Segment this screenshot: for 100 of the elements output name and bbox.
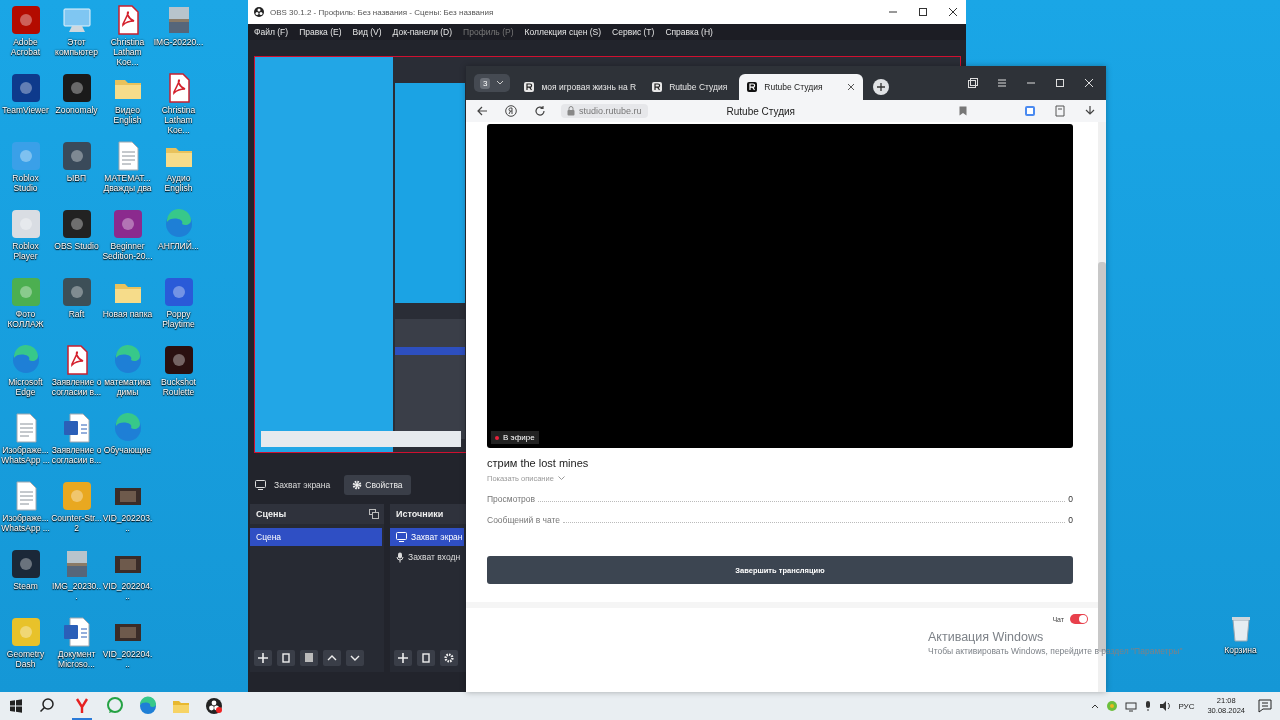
desktop-shortcut[interactable]: Poppy Playtime bbox=[153, 276, 204, 340]
browser-tab[interactable]: моя игровая жизнь на R bbox=[516, 74, 645, 100]
desktop-shortcut[interactable]: IMG-20220... bbox=[153, 4, 204, 68]
desktop-shortcut[interactable]: Новая папка bbox=[102, 276, 153, 340]
desktop-shortcut[interactable]: МАТЕМАТ... Дважды два bbox=[102, 140, 153, 204]
desktop-shortcut[interactable]: Steam bbox=[0, 548, 51, 612]
desktop-shortcut[interactable]: Видео English bbox=[102, 72, 153, 136]
desktop-shortcut[interactable]: Beginner Sedition-20... bbox=[102, 208, 153, 272]
add-icon[interactable] bbox=[254, 650, 272, 666]
menu-item[interactable]: Справка (H) bbox=[665, 27, 713, 37]
desktop-shortcut[interactable]: Counter-Str... 2 bbox=[51, 480, 102, 544]
delete-icon[interactable] bbox=[277, 650, 295, 666]
window-title: OBS 30.1.2 - Профиль: Без названия - Сцены: Без названия bbox=[270, 7, 494, 17]
chevron-down-icon bbox=[496, 80, 505, 86]
delete-icon[interactable] bbox=[417, 650, 435, 666]
menu-item[interactable]: Док-панели (D) bbox=[392, 27, 453, 37]
desktop-shortcut[interactable]: Geometry Dash bbox=[0, 616, 51, 680]
chevron-down-icon bbox=[557, 476, 565, 481]
menu-icon[interactable] bbox=[997, 78, 1007, 88]
window-icon[interactable] bbox=[968, 78, 978, 88]
settings-icon bbox=[352, 480, 363, 490]
properties-button[interactable]: Свойства bbox=[344, 475, 411, 495]
desktop-shortcut[interactable]: IMG_20230... bbox=[51, 548, 102, 612]
menu-item[interactable]: Правка (E) bbox=[299, 27, 342, 37]
extension-icon[interactable] bbox=[1024, 105, 1036, 117]
desktop-shortcut[interactable]: Roblox Player bbox=[0, 208, 51, 272]
close-icon[interactable] bbox=[847, 83, 856, 91]
menu-item[interactable]: Вид (V) bbox=[352, 27, 382, 37]
desktop-shortcut[interactable]: Zoonomaly bbox=[51, 72, 102, 136]
list-item[interactable]: Сцена bbox=[250, 528, 382, 546]
site-icon bbox=[652, 82, 663, 92]
new-tab-icon[interactable] bbox=[873, 79, 890, 95]
desktop-shortcut[interactable]: TeamViewer bbox=[0, 72, 51, 136]
desktop-shortcut[interactable]: Christina Latham Koe... bbox=[102, 4, 153, 68]
monitor-icon bbox=[255, 480, 266, 490]
page-title: Rutube Студия bbox=[726, 105, 795, 117]
stat-value: 0 bbox=[1068, 515, 1073, 525]
desktop-shortcut[interactable]: Аудио English bbox=[153, 140, 204, 204]
address-field[interactable]: studio.rutube.ru bbox=[561, 104, 648, 118]
desktop-shortcut[interactable]: ЫВП bbox=[51, 140, 102, 204]
desktop-shortcut[interactable]: VID_202204... bbox=[102, 616, 153, 680]
browser-tab[interactable]: Rutube Студия bbox=[739, 74, 864, 100]
desktop-shortcut[interactable]: Adobe Acrobat bbox=[0, 4, 51, 68]
microphone-icon[interactable] bbox=[1144, 700, 1153, 712]
chat-toggle[interactable] bbox=[1070, 614, 1088, 624]
filter-icon[interactable] bbox=[300, 650, 318, 666]
menu-item[interactable]: Файл (F) bbox=[254, 27, 289, 37]
move-down-icon[interactable] bbox=[346, 650, 364, 666]
undock-icon[interactable] bbox=[369, 509, 379, 519]
settings-icon[interactable] bbox=[440, 650, 458, 666]
tab-counter[interactable]: 3 bbox=[474, 74, 511, 92]
close-icon[interactable] bbox=[948, 7, 958, 17]
network-icon[interactable] bbox=[1125, 700, 1138, 712]
collections-icon[interactable] bbox=[1054, 105, 1066, 117]
desktop-shortcut[interactable]: OBS Studio bbox=[51, 208, 102, 272]
desktop-shortcut[interactable]: VID_202203... bbox=[102, 480, 153, 544]
desktop-shortcut[interactable]: Этот компьютер bbox=[51, 4, 102, 68]
browser-tab[interactable]: Rutube Студия bbox=[644, 74, 736, 100]
download-icon[interactable] bbox=[1084, 105, 1096, 117]
list-item[interactable]: Захват экран bbox=[390, 528, 464, 546]
maximize-icon[interactable] bbox=[918, 7, 928, 17]
desktop-shortcut[interactable]: Фото КОЛЛАЖ bbox=[0, 276, 51, 340]
speaker-icon[interactable] bbox=[1159, 700, 1172, 712]
obs-logo-icon bbox=[254, 7, 264, 17]
chevron-up-icon[interactable] bbox=[1091, 703, 1100, 709]
language-indicator[interactable]: РУС bbox=[1178, 701, 1195, 711]
menu-item[interactable]: Коллекция сцен (S) bbox=[524, 27, 602, 37]
activation-title: Активация Windows bbox=[928, 630, 1045, 644]
desktop-shortcut[interactable]: VID_202204... bbox=[102, 548, 153, 612]
panel-title: Источники bbox=[396, 509, 444, 519]
desktop-shortcut[interactable]: Документ Microso... bbox=[51, 616, 102, 680]
desktop-shortcut[interactable]: Заявление о согласии в... bbox=[51, 344, 102, 408]
desktop-shortcut[interactable]: Обучающие bbox=[102, 412, 153, 476]
desktop-shortcut[interactable]: Raft bbox=[51, 276, 102, 340]
notification-icon[interactable] bbox=[1258, 699, 1272, 713]
back-icon[interactable] bbox=[476, 105, 488, 117]
desktop-shortcut[interactable]: АНГЛИЙ... bbox=[153, 208, 204, 272]
browser-logo-icon[interactable] bbox=[505, 105, 517, 117]
menu-item[interactable]: Сервис (T) bbox=[612, 27, 655, 37]
stat-label: Сообщений в чате bbox=[487, 515, 560, 525]
desktop-shortcut[interactable]: Christina Latham Koe... bbox=[153, 72, 204, 136]
list-item[interactable]: Захват входн bbox=[390, 548, 464, 566]
desktop-shortcut[interactable]: Roblox Studio bbox=[0, 140, 51, 204]
desktop-shortcut[interactable]: математика димы bbox=[102, 344, 153, 408]
desktop-shortcut[interactable]: Заявление о согласии в... bbox=[51, 412, 102, 476]
desktop-shortcut[interactable]: Изображе... WhatsApp ... bbox=[0, 412, 51, 476]
move-up-icon[interactable] bbox=[323, 650, 341, 666]
desktop-shortcut[interactable]: Корзина bbox=[1215, 612, 1266, 676]
source-name: Захват экрана bbox=[274, 480, 331, 490]
desktop-shortcut[interactable]: Buckshot Roulette bbox=[153, 344, 204, 408]
reload-icon[interactable] bbox=[534, 105, 546, 117]
monitor-icon bbox=[396, 532, 407, 542]
microphone-icon bbox=[396, 551, 404, 563]
live-badge: В эфире bbox=[491, 431, 539, 444]
add-icon[interactable] bbox=[394, 650, 412, 666]
desktop-shortcut[interactable]: Microsoft Edge bbox=[0, 344, 51, 408]
stat-label: Просмотров bbox=[487, 494, 536, 504]
desktop-shortcut[interactable]: Изображе... WhatsApp ... bbox=[0, 480, 51, 544]
site-icon bbox=[747, 82, 758, 92]
stream-title: стрим the lost mines bbox=[487, 457, 590, 469]
